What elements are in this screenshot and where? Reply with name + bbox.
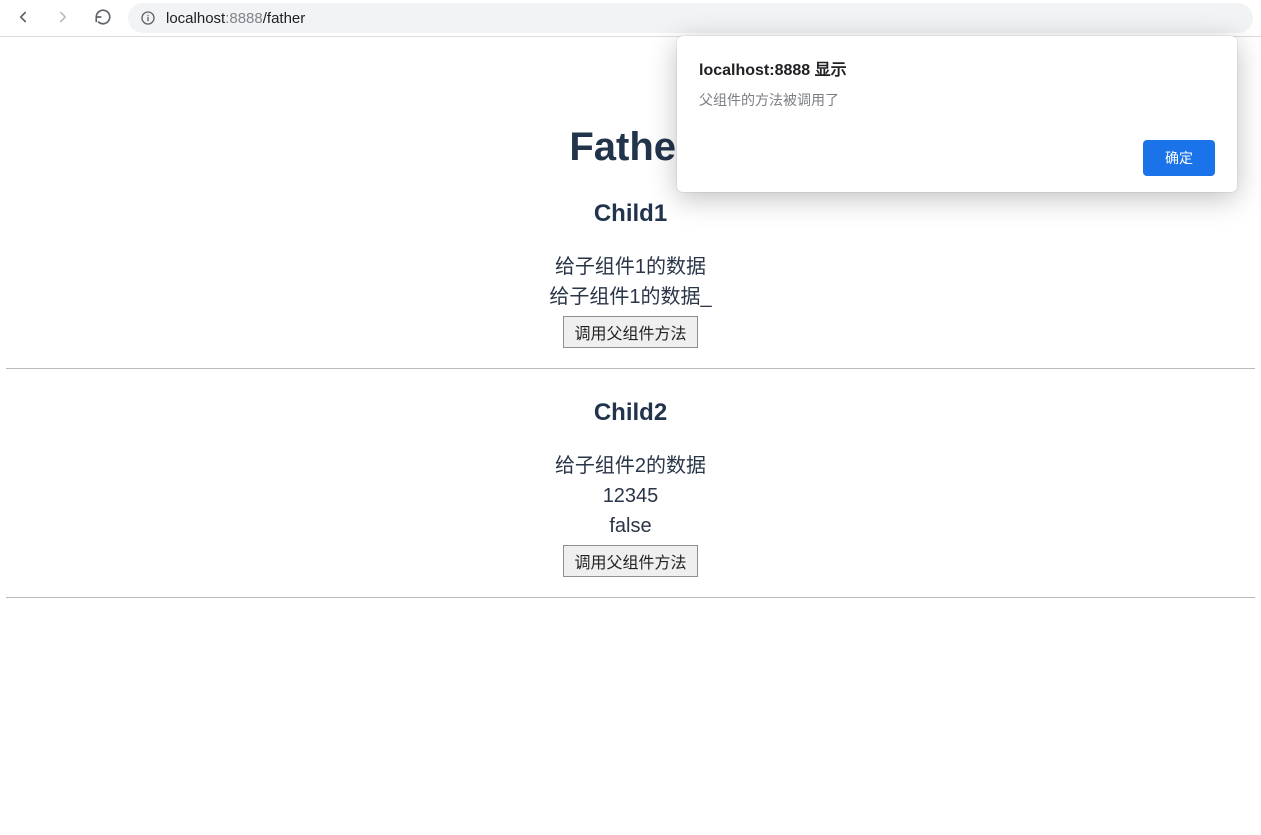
url-path: /father: [263, 10, 306, 27]
child1-heading: Child1: [0, 200, 1261, 228]
alert-title: localhost:8888 显示: [699, 56, 1215, 80]
page-content: Father Child1 给子组件1的数据 给子组件1的数据_ 调用父组件方法…: [0, 125, 1261, 598]
child2-block: Child2 给子组件2的数据 12345 false 调用父组件方法: [0, 399, 1261, 587]
info-icon: [140, 10, 156, 26]
child2-data-line-3: false: [0, 511, 1261, 541]
reload-button[interactable]: [88, 3, 118, 33]
child2-data-line-1: 给子组件2的数据: [0, 451, 1261, 481]
back-button[interactable]: [8, 3, 38, 33]
arrow-left-icon: [14, 8, 32, 29]
child2-data-line-2: 12345: [0, 481, 1261, 511]
divider-2: [6, 597, 1255, 598]
alert-message: 父组件的方法被调用了: [699, 90, 1215, 110]
url-host: localhost: [166, 10, 225, 27]
child1-data-line-1: 给子组件1的数据: [0, 252, 1261, 282]
alert-ok-button[interactable]: 确定: [1143, 140, 1215, 176]
forward-button[interactable]: [48, 3, 78, 33]
alert-actions: 确定: [699, 140, 1215, 176]
url-port: :8888: [225, 10, 263, 27]
child1-call-parent-button[interactable]: 调用父组件方法: [563, 316, 697, 348]
browser-toolbar: localhost:8888/father: [0, 0, 1261, 36]
address-bar[interactable]: localhost:8888/father: [128, 3, 1253, 33]
reload-icon: [94, 8, 112, 29]
divider-1: [6, 368, 1255, 369]
child1-data-line-2: 给子组件1的数据_: [0, 282, 1261, 312]
arrow-right-icon: [54, 8, 72, 29]
url-text: localhost:8888/father: [166, 10, 305, 27]
child2-call-parent-button[interactable]: 调用父组件方法: [563, 545, 697, 577]
alert-dialog: localhost:8888 显示 父组件的方法被调用了 确定: [677, 36, 1237, 192]
child2-heading: Child2: [0, 399, 1261, 427]
child1-block: Child1 给子组件1的数据 给子组件1的数据_ 调用父组件方法: [0, 200, 1261, 358]
